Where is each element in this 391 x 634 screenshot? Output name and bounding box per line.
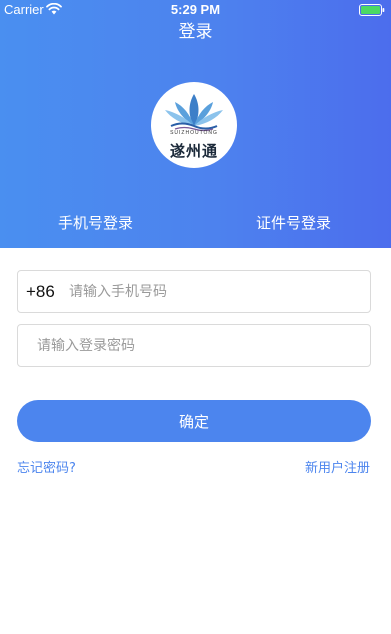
tab-phone-login[interactable]: 手机号登录 bbox=[58, 212, 133, 233]
battery-icon bbox=[359, 4, 385, 19]
header-banner: Carrier 5:29 PM 登录 SUIZHOUTONG 遂州通 手机号登录… bbox=[0, 0, 391, 248]
page-title: 登录 bbox=[178, 22, 213, 42]
password-input[interactable] bbox=[37, 325, 365, 366]
app-logo: SUIZHOUTONG 遂州通 bbox=[151, 82, 237, 168]
status-time: 5:29 PM bbox=[170, 2, 221, 17]
phone-input[interactable] bbox=[69, 271, 365, 312]
logo-subtitle: SUIZHOUTONG bbox=[170, 130, 218, 136]
forgot-password-link[interactable]: 忘记密码? bbox=[17, 457, 76, 476]
logo-name: 遂州通 bbox=[169, 142, 218, 160]
confirm-button[interactable]: 确定 bbox=[17, 400, 371, 442]
tab-id-login[interactable]: 证件号登录 bbox=[256, 212, 331, 233]
password-field bbox=[17, 324, 371, 367]
phone-field: +86 bbox=[17, 270, 371, 313]
country-code[interactable]: +86 bbox=[26, 282, 55, 302]
register-link[interactable]: 新用户注册 bbox=[305, 457, 370, 476]
status-bar: Carrier 5:29 PM bbox=[0, 0, 391, 20]
